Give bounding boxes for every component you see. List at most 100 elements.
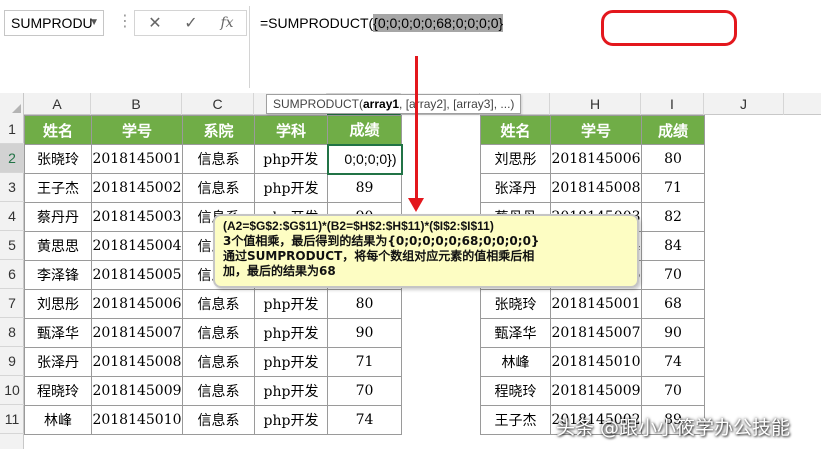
row-header-7[interactable]: 7 xyxy=(0,289,24,318)
row-header-10[interactable]: 10 xyxy=(0,376,24,405)
table-cell[interactable]: 68 xyxy=(641,289,705,319)
table-cell[interactable]: 程晓玲 xyxy=(24,376,92,406)
table-cell[interactable]: 刘思彤 xyxy=(24,289,92,319)
insert-function-button[interactable]: fx xyxy=(209,11,245,35)
table-cell[interactable]: 黄思思 xyxy=(24,231,92,261)
table-cell[interactable]: 甄泽华 xyxy=(24,318,92,348)
table-cell[interactable]: php开发 xyxy=(254,289,328,319)
table-cell[interactable]: 82 xyxy=(641,202,705,232)
chevron-down-icon[interactable]: ▼ xyxy=(89,11,99,35)
table-cell[interactable]: 程晓玲 xyxy=(480,376,551,406)
header-cell[interactable]: 系院 xyxy=(182,115,255,145)
row-header-5[interactable]: 5 xyxy=(0,231,24,260)
row-header-2[interactable]: 2 xyxy=(0,144,24,173)
header-cell[interactable]: 学科 xyxy=(254,115,328,145)
row-header-8[interactable]: 8 xyxy=(0,318,24,347)
table-cell[interactable]: 70 xyxy=(327,376,402,406)
header-cell[interactable]: 学号 xyxy=(91,115,183,145)
table-cell[interactable]: 王子杰 xyxy=(24,173,92,203)
watermark: 头条 @跟小小筱学办公技能 xyxy=(556,417,791,439)
table-cell[interactable]: php开发 xyxy=(254,376,328,406)
table-cell[interactable]: 信息系 xyxy=(182,173,255,203)
header-cell[interactable]: 姓名 xyxy=(24,115,92,145)
row-header-11[interactable]: 11 xyxy=(0,405,24,434)
table-cell[interactable]: 74 xyxy=(641,347,705,377)
header-cell[interactable]: 姓名 xyxy=(480,115,551,145)
column-header-i[interactable]: I xyxy=(641,93,704,115)
table-cell[interactable]: 2018145009 xyxy=(91,376,183,406)
table-cell[interactable]: 90 xyxy=(327,318,402,348)
select-all-corner[interactable] xyxy=(0,93,24,115)
table-cell[interactable]: 2018145007 xyxy=(550,318,642,348)
table-cell[interactable]: 甄泽华 xyxy=(480,318,551,348)
table-cell[interactable]: 2018145001 xyxy=(550,289,642,319)
table-cell[interactable]: 2018145008 xyxy=(550,173,642,203)
name-box[interactable]: SUMPRODU ▼ xyxy=(4,10,104,36)
header-cell[interactable]: 成绩 xyxy=(327,115,402,145)
active-cell[interactable]: 0;0;0;0}) xyxy=(326,143,403,175)
table-cell[interactable]: 2018145009 xyxy=(550,376,642,406)
red-arrow-head-icon xyxy=(408,198,424,212)
tooltip-current-arg[interactable]: array1 xyxy=(363,97,399,111)
table-cell[interactable]: 张晓玲 xyxy=(24,144,92,174)
table-cell[interactable]: 信息系 xyxy=(182,144,255,174)
table-cell[interactable]: 张晓玲 xyxy=(480,289,551,319)
enter-button[interactable]: ✓ xyxy=(173,11,209,35)
table-cell[interactable]: 2018145001 xyxy=(91,144,183,174)
table-cell[interactable]: 80 xyxy=(327,289,402,319)
table-cell[interactable]: 刘思彤 xyxy=(480,144,551,174)
row-header-6[interactable]: 6 xyxy=(0,260,24,289)
table-cell[interactable]: 信息系 xyxy=(182,347,255,377)
table-cell[interactable]: 90 xyxy=(641,318,705,348)
column-header-h[interactable]: H xyxy=(550,93,641,115)
cancel-button[interactable]: ✕ xyxy=(137,11,173,35)
table-cell[interactable]: php开发 xyxy=(254,318,328,348)
table-cell[interactable]: 李泽锋 xyxy=(24,260,92,290)
table-cell[interactable]: 林峰 xyxy=(480,347,551,377)
table-cell[interactable]: 2018145006 xyxy=(550,144,642,174)
table-cell[interactable]: 王子杰 xyxy=(480,405,551,435)
table-cell[interactable]: 74 xyxy=(327,405,402,435)
table-cell[interactable]: 70 xyxy=(641,376,705,406)
row-header-3[interactable]: 3 xyxy=(0,173,24,202)
table-cell[interactable]: 2018145005 xyxy=(91,260,183,290)
table-cell[interactable]: 蔡丹丹 xyxy=(24,202,92,232)
table-cell[interactable]: 80 xyxy=(641,144,705,174)
table-cell[interactable]: 2018145010 xyxy=(550,347,642,377)
column-header-a[interactable]: A xyxy=(24,93,91,115)
header-cell[interactable]: 学号 xyxy=(550,115,642,145)
row-header-4[interactable]: 4 xyxy=(0,202,24,231)
table-cell[interactable]: 71 xyxy=(327,347,402,377)
header-cell[interactable]: 成绩 xyxy=(641,115,705,145)
table-cell[interactable]: 2018145003 xyxy=(91,202,183,232)
table-cell[interactable]: php开发 xyxy=(254,405,328,435)
table-cell[interactable]: 信息系 xyxy=(182,318,255,348)
table-cell[interactable]: 2018145002 xyxy=(91,173,183,203)
column-header-b[interactable]: B xyxy=(91,93,182,115)
table-cell[interactable]: 信息系 xyxy=(182,376,255,406)
table-cell[interactable]: php开发 xyxy=(254,347,328,377)
table-cell[interactable]: php开发 xyxy=(254,144,328,174)
table-cell[interactable]: 张泽丹 xyxy=(24,347,92,377)
table-cell[interactable]: 71 xyxy=(641,173,705,203)
table-row: 刘思彤 2018145006 信息系 php开发 80 xyxy=(24,289,402,319)
formula-input[interactable]: =SUMPRODUCT({0;0;0;0;0;68;0;0;0;0} xyxy=(249,6,821,88)
table-cell[interactable]: 2018145008 xyxy=(91,347,183,377)
table-cell[interactable]: 信息系 xyxy=(182,289,255,319)
table-cell[interactable]: 2018145004 xyxy=(91,231,183,261)
table-cell[interactable]: 2018145006 xyxy=(91,289,183,319)
table-cell[interactable]: 89 xyxy=(327,173,402,203)
table-cell[interactable]: 70 xyxy=(641,260,705,290)
row-header-9[interactable]: 9 xyxy=(0,347,24,376)
table-cell[interactable]: 张泽丹 xyxy=(480,173,551,203)
table-cell[interactable]: php开发 xyxy=(254,173,328,203)
drag-handle-icon[interactable]: ⋮ xyxy=(117,10,133,36)
column-header-c[interactable]: C xyxy=(182,93,254,115)
column-header-j[interactable]: J xyxy=(704,93,784,115)
table-cell[interactable]: 信息系 xyxy=(182,405,255,435)
row-header-1[interactable]: 1 xyxy=(0,115,24,144)
table-cell[interactable]: 林峰 xyxy=(24,405,92,435)
table-cell[interactable]: 2018145007 xyxy=(91,318,183,348)
table-cell[interactable]: 2018145010 xyxy=(91,405,183,435)
table-cell[interactable]: 84 xyxy=(641,231,705,261)
